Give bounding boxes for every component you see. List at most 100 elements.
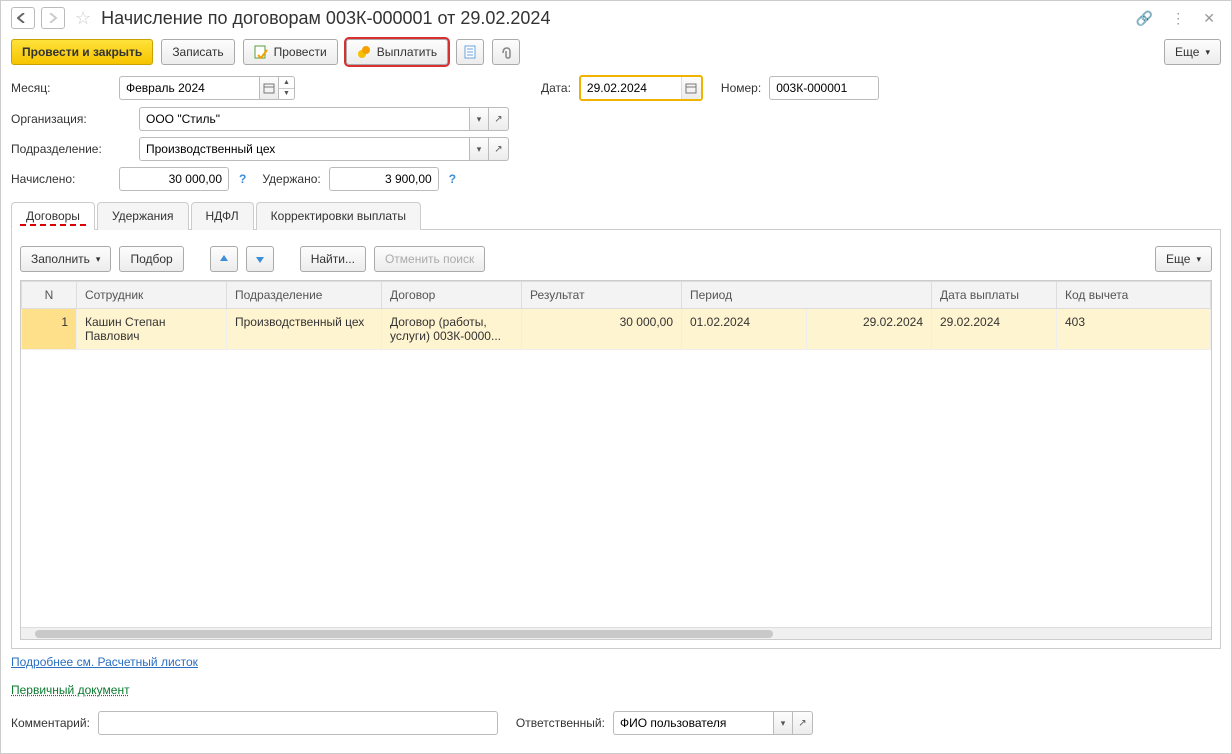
favorite-star-icon[interactable]: ☆: [75, 8, 91, 29]
chevron-down-icon: ▾: [1196, 254, 1201, 265]
dept-input[interactable]: [139, 137, 469, 161]
col-employee[interactable]: Сотрудник: [77, 282, 227, 309]
responsible-dropdown-button[interactable]: ▾: [773, 711, 793, 735]
date-label: Дата:: [541, 81, 571, 95]
kebab-menu-icon[interactable]: ⋮: [1171, 10, 1185, 27]
cell-contract: Договор (работы, услуги) 003К-0000...: [382, 309, 522, 350]
month-input[interactable]: [119, 76, 259, 100]
pay-button[interactable]: Выплатить: [346, 39, 449, 65]
dept-input-group: ▾ ↗: [139, 137, 509, 161]
close-icon[interactable]: ✕: [1203, 10, 1215, 27]
col-result[interactable]: Результат: [522, 282, 682, 309]
number-input[interactable]: [769, 76, 879, 100]
post-and-close-button[interactable]: Провести и закрыть: [11, 39, 153, 65]
accrued-help-icon[interactable]: ?: [237, 172, 248, 186]
spinner-up-icon[interactable]: ▲: [279, 77, 294, 89]
find-label: Найти...: [311, 252, 355, 266]
attach-button[interactable]: [492, 39, 520, 65]
contracts-table[interactable]: N Сотрудник Подразделение Договор Резуль…: [21, 281, 1211, 350]
pick-button[interactable]: Подбор: [119, 246, 183, 272]
col-deduction[interactable]: Код вычета: [1057, 282, 1211, 309]
post-icon: [254, 45, 268, 59]
payslip-link[interactable]: Подробнее см. Расчетный листок: [11, 649, 198, 675]
pay-label: Выплатить: [377, 45, 438, 59]
tab-more-button[interactable]: Еще ▾: [1155, 246, 1212, 272]
calendar-icon: [685, 82, 697, 94]
responsible-input-group: ▾ ↗: [613, 711, 813, 735]
save-button[interactable]: Записать: [161, 39, 234, 65]
comment-input[interactable]: [98, 711, 498, 735]
chevron-down-icon: ▾: [477, 144, 482, 155]
comment-label: Комментарий:: [11, 716, 90, 730]
responsible-label: Ответственный:: [516, 716, 605, 730]
move-down-button[interactable]: [246, 246, 274, 272]
month-calendar-button[interactable]: [259, 76, 279, 100]
date-calendar-button[interactable]: [681, 77, 701, 99]
month-input-group: ▲ ▼: [119, 76, 295, 100]
post-and-close-label: Провести и закрыть: [22, 45, 142, 59]
cell-result: 30 000,00: [522, 309, 682, 350]
dept-dropdown-button[interactable]: ▾: [469, 137, 489, 161]
col-n[interactable]: N: [22, 282, 77, 309]
cell-deduction: 403: [1057, 309, 1211, 350]
open-icon: ↗: [494, 114, 502, 125]
responsible-input[interactable]: [613, 711, 773, 735]
horizontal-scrollbar[interactable]: [21, 627, 1211, 639]
chevron-down-icon: ▾: [477, 114, 482, 125]
tab-withholdings[interactable]: Удержания: [97, 202, 189, 230]
withheld-label: Удержано:: [262, 172, 320, 186]
nav-forward-button[interactable]: [41, 7, 65, 29]
tab-contracts[interactable]: Договоры: [11, 202, 95, 230]
month-spinner[interactable]: ▲ ▼: [279, 76, 295, 100]
date-input[interactable]: [581, 77, 681, 99]
org-dropdown-button[interactable]: ▾: [469, 107, 489, 131]
tab-corrections[interactable]: Корректировки выплаты: [256, 202, 421, 230]
accrued-input[interactable]: [119, 167, 229, 191]
org-label: Организация:: [11, 112, 131, 126]
cell-n: 1: [22, 309, 77, 350]
dept-open-button[interactable]: ↗: [489, 137, 509, 161]
tab-withholdings-label: Удержания: [112, 209, 174, 223]
coins-icon: [357, 45, 371, 59]
post-button[interactable]: Провести: [243, 39, 338, 65]
primary-doc-link[interactable]: Первичный документ: [11, 675, 130, 705]
arrow-left-icon: [17, 13, 29, 23]
spinner-down-icon[interactable]: ▼: [279, 89, 294, 100]
more-button[interactable]: Еще ▾: [1164, 39, 1221, 65]
cell-paydate: 29.02.2024: [932, 309, 1057, 350]
page-title: Начисление по договорам 003К-000001 от 2…: [101, 8, 1124, 29]
chevron-down-icon: ▾: [96, 254, 101, 265]
fill-button[interactable]: Заполнить ▾: [20, 246, 111, 272]
col-contract[interactable]: Договор: [382, 282, 522, 309]
move-up-button[interactable]: [210, 246, 238, 272]
dept-label: Подразделение:: [11, 142, 131, 156]
nav-back-button[interactable]: [11, 7, 35, 29]
open-icon: ↗: [798, 718, 806, 729]
cell-dept: Производственный цех: [227, 309, 382, 350]
report-button[interactable]: [456, 39, 484, 65]
number-label: Номер:: [721, 81, 761, 95]
org-open-button[interactable]: ↗: [489, 107, 509, 131]
scrollbar-thumb[interactable]: [35, 630, 773, 638]
arrow-right-icon: [47, 13, 59, 23]
pick-label: Подбор: [130, 252, 172, 266]
withheld-help-icon[interactable]: ?: [447, 172, 458, 186]
responsible-open-button[interactable]: ↗: [793, 711, 813, 735]
withheld-input[interactable]: [329, 167, 439, 191]
tab-corrections-label: Корректировки выплаты: [271, 209, 406, 223]
calendar-icon: [263, 82, 275, 94]
cancel-find-button[interactable]: Отменить поиск: [374, 246, 485, 272]
link-icon[interactable]: 🔗: [1136, 10, 1153, 27]
cell-employee: Кашин Степан Павлович: [77, 309, 227, 350]
table-row[interactable]: 1 Кашин Степан Павлович Производственный…: [22, 309, 1211, 350]
arrow-up-icon: [218, 253, 230, 265]
cell-period-from: 01.02.2024: [682, 309, 807, 350]
find-button[interactable]: Найти...: [300, 246, 366, 272]
col-period[interactable]: Период: [682, 282, 932, 309]
more-label: Еще: [1175, 45, 1199, 59]
tab-ndfl[interactable]: НДФЛ: [191, 202, 254, 230]
col-paydate[interactable]: Дата выплаты: [932, 282, 1057, 309]
col-dept[interactable]: Подразделение: [227, 282, 382, 309]
org-input[interactable]: [139, 107, 469, 131]
tab-more-label: Еще: [1166, 252, 1190, 266]
